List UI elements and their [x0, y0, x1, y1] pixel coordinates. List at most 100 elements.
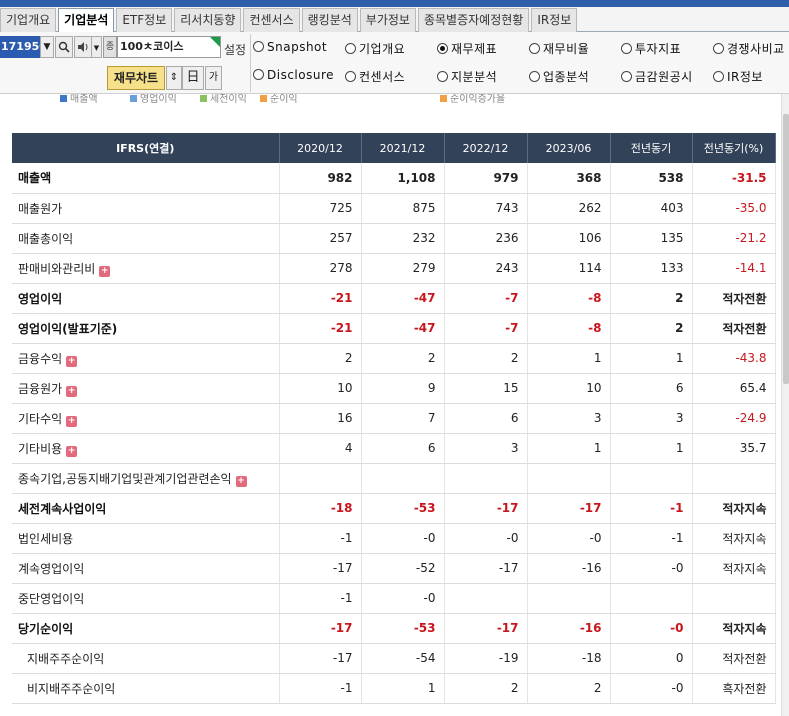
radio-option[interactable]: IR정보	[713, 68, 763, 85]
arrow-up-down-icon: ⇕	[169, 72, 179, 83]
search-button[interactable]	[55, 36, 73, 58]
font-size-toggle-button[interactable]: 日	[182, 66, 204, 90]
toolbar: 171950 ▼ ▼ 종 100ㅊ코이스 설정 재무차트 ⇕ 日 가 Snaps…	[0, 32, 789, 94]
radio-circle-icon[interactable]	[345, 43, 356, 54]
value-cell: 15	[444, 373, 528, 404]
value-cell: 적자전환	[692, 313, 776, 344]
radio-circle-icon[interactable]	[713, 43, 724, 54]
sound-dropdown-button[interactable]: ▼	[91, 36, 102, 58]
column-header[interactable]: 전년동기	[610, 133, 693, 163]
table-row: 기타비용 +4 6 3 1 1 35.7	[12, 433, 776, 464]
table-row: 지배주주순이익 -17 -54 -19 -18 0 적자전환	[12, 643, 776, 674]
expand-plus-icon[interactable]: +	[235, 475, 247, 487]
radio-option[interactable]: 기업개요	[345, 40, 405, 57]
value-cell: -24.9	[692, 403, 776, 434]
value-cell: -21.2	[692, 223, 776, 254]
table-row: 종속기업,공동지배기업및관계기업관련손익 +	[12, 463, 776, 494]
column-header[interactable]: 2020/12	[279, 133, 362, 163]
value-cell	[610, 463, 693, 494]
radio-label: 재무제표	[451, 42, 498, 56]
radio-option[interactable]: Disclosure	[253, 68, 334, 82]
radio-option[interactable]: 투자지표	[621, 40, 681, 57]
value-cell: 1	[610, 343, 693, 374]
radio-option[interactable]: 재무비율	[529, 40, 589, 57]
radio-circle-icon[interactable]	[253, 41, 264, 52]
expand-plus-icon[interactable]: +	[66, 445, 78, 457]
jong-button[interactable]: 종	[103, 36, 117, 58]
legend-item: 매출액	[60, 94, 98, 105]
legend-label: 순이익증가율	[450, 94, 506, 105]
tab-list: 기업개요 기업분석 ETF정보 리서치동향 컨센서스 랭킹분석 부가정보 종목별증자예정현황 I…	[0, 8, 579, 33]
row-label: 계속영업이익	[18, 561, 85, 576]
value-cell: -7	[444, 282, 528, 314]
value-cell: 114	[527, 253, 611, 284]
tab-2[interactable]: ETF정보	[116, 8, 173, 32]
radio-circle-icon[interactable]	[713, 71, 724, 82]
toolbar-separator	[250, 34, 251, 92]
value-cell: -1	[279, 583, 362, 614]
tab-3[interactable]: 리서치동향	[174, 8, 242, 32]
value-cell: -18	[527, 643, 611, 674]
stock-code-input[interactable]: 171950	[0, 36, 40, 58]
column-header[interactable]: 전년동기(%)	[692, 133, 776, 163]
settings-button[interactable]: 설정	[224, 41, 246, 58]
value-cell: -1	[279, 673, 362, 704]
row-label: 종속기업,공동지배기업및관계기업관련손익	[18, 471, 232, 486]
stock-code-dropdown-button[interactable]: ▼	[40, 36, 54, 58]
table-row: 중단영업이익 -1 -0	[12, 583, 776, 614]
column-header[interactable]: 2021/12	[361, 133, 445, 163]
financial-chart-button[interactable]: 재무차트	[107, 66, 165, 90]
column-header[interactable]: 2023/06	[527, 133, 611, 163]
radio-option[interactable]: 지분분석	[437, 68, 497, 85]
row-label: 금융원가	[18, 381, 63, 396]
radio-circle-icon[interactable]	[345, 71, 356, 82]
value-cell: 9	[361, 373, 445, 404]
value-cell	[610, 583, 693, 614]
value-cell: -52	[361, 553, 445, 584]
radio-circle-icon[interactable]	[621, 71, 632, 82]
value-cell: 6	[610, 373, 693, 404]
radio-circle-icon[interactable]	[529, 71, 540, 82]
tab-1[interactable]: 기업분석	[58, 8, 115, 33]
radio-circle-icon[interactable]	[253, 69, 264, 80]
row-label: 세전계속사업이익	[18, 501, 107, 516]
value-cell: 368	[527, 163, 611, 194]
radio-circle-icon[interactable]	[621, 43, 632, 54]
chart-scroll-button[interactable]: ⇕	[166, 66, 182, 90]
radio-option[interactable]: 금감원공시	[621, 68, 693, 85]
value-cell: 4	[279, 433, 362, 464]
radio-option[interactable]: 컨센서스	[345, 68, 405, 85]
radio-circle-icon[interactable]	[437, 71, 448, 82]
legend-label: 순이익	[270, 94, 298, 105]
tab-8[interactable]: IR정보	[531, 8, 578, 32]
sound-button[interactable]	[74, 36, 92, 58]
scrollbar-thumb[interactable]	[783, 114, 789, 384]
expand-plus-icon[interactable]: +	[66, 355, 78, 367]
font-button[interactable]: 가	[205, 66, 222, 90]
radio-label: 지분분석	[451, 70, 498, 84]
radio-option[interactable]: 경쟁사비교	[713, 40, 785, 57]
row-label-cell: 기타수익 +	[12, 403, 280, 434]
font-label: 가	[208, 72, 219, 83]
table-row: 법인세비용 -1 -0 -0 -0 -1 적자지속	[12, 523, 776, 554]
value-cell: -0	[361, 523, 445, 554]
row-label: 매출원가	[18, 201, 63, 216]
expand-plus-icon[interactable]: +	[99, 265, 111, 277]
radio-circle-icon[interactable]	[529, 43, 540, 54]
column-header[interactable]: 2022/12	[444, 133, 528, 163]
tab-4[interactable]: 컨센서스	[243, 8, 300, 32]
tab-0[interactable]: 기업개요	[0, 8, 57, 32]
stock-name-field[interactable]: 100ㅊ코이스	[117, 36, 221, 58]
radio-option[interactable]: 재무제표	[437, 40, 497, 57]
table-row: 금융수익 +2 2 2 1 1 -43.8	[12, 343, 776, 374]
vertical-scrollbar[interactable]	[781, 94, 789, 716]
expand-plus-icon[interactable]: +	[66, 415, 78, 427]
tab-5[interactable]: 랭킹분석	[301, 8, 358, 32]
radio-circle-icon[interactable]	[437, 43, 448, 54]
radio-label: 경쟁사비교	[727, 42, 785, 56]
radio-option[interactable]: 업종분석	[529, 68, 589, 85]
tab-6[interactable]: 부가정보	[359, 8, 416, 32]
expand-plus-icon[interactable]: +	[66, 385, 78, 397]
tab-7[interactable]: 종목별증자예정현황	[417, 8, 530, 32]
radio-option[interactable]: Snapshot	[253, 40, 327, 54]
